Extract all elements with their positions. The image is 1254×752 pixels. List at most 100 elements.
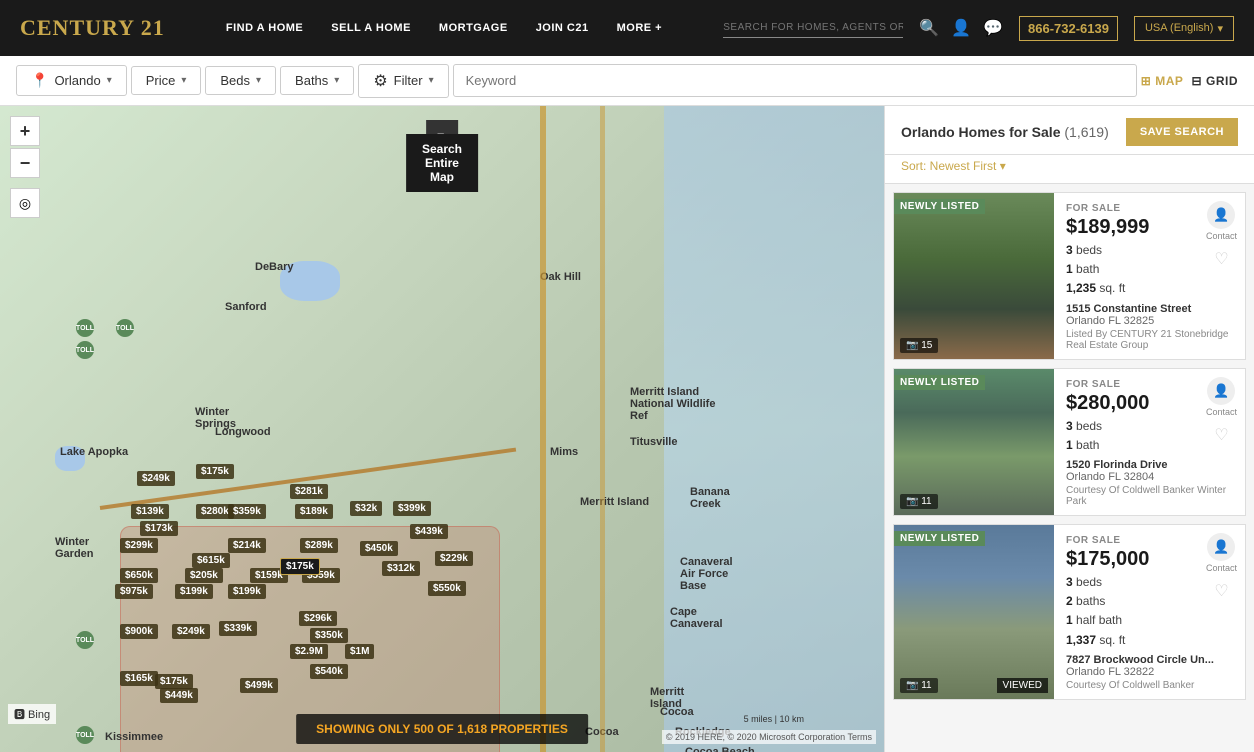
listing-address: 1520 Florinda Drive [1066, 459, 1235, 471]
card-actions: 👤 Contact ♡ [1206, 533, 1237, 601]
location-filter[interactable]: 📍 Orlando ▾ [16, 65, 127, 96]
listing-image: NEWLY LISTED 📷 11 [894, 369, 1054, 515]
listing-info: FOR SALE $175,000 3 beds 2 baths 1 half … [1054, 525, 1245, 699]
contact-icon: 👤 [1207, 377, 1235, 405]
city-label-mims: Mims [550, 446, 578, 458]
contact-icon: 👤 [1207, 201, 1235, 229]
listing-image: NEWLY LISTED 📷 11 VIEWED [894, 525, 1054, 699]
nav-links: Find a Home Sell a Home Mortgage Join C2… [226, 22, 662, 34]
nav-sell-home[interactable]: Sell a Home [331, 22, 411, 34]
language-button[interactable]: USA (English) ▾ [1134, 16, 1234, 41]
city-label-longwood: Longwood [215, 426, 271, 438]
message-icon[interactable]: 💬 [983, 18, 1003, 38]
card-actions: 👤 Contact ♡ [1206, 377, 1237, 445]
my-location-button[interactable]: ◎ [10, 188, 40, 218]
results-panel: Orlando Homes for Sale (1,619) SAVE SEAR… [884, 106, 1254, 752]
zoom-in-button[interactable]: + [10, 116, 40, 146]
contact-button[interactable]: 👤 Contact [1206, 201, 1237, 241]
contact-button[interactable]: 👤 Contact [1206, 377, 1237, 417]
listing-photo [894, 193, 1054, 359]
account-icon[interactable]: 👤 [951, 18, 971, 38]
baths-filter[interactable]: Baths ▾ [280, 66, 354, 95]
listing-photo [894, 369, 1054, 515]
highway-95 [540, 106, 546, 752]
nav-join[interactable]: Join C21 [536, 22, 589, 34]
location-icon: 📍 [31, 72, 48, 89]
grid-view-btn[interactable]: ⊟ GRID [1191, 74, 1238, 88]
bing-logo: 🅱 Bing [8, 704, 56, 724]
filter-bar: 📍 Orlando ▾ Price ▾ Beds ▾ Baths ▾ ⚙ Fil… [0, 56, 1254, 106]
results-header: Orlando Homes for Sale (1,619) SAVE SEAR… [885, 106, 1254, 155]
map-footer: SHOWING ONLY 500 OF 1,618 PROPERTIES [296, 714, 588, 744]
search-map-area: ✏ Search Entire Map [426, 120, 458, 153]
contact-icon: 👤 [1207, 533, 1235, 561]
listing-info: FOR SALE $280,000 3 beds 1 bath 1520 Flo… [1054, 369, 1245, 515]
listing-city: Orlando FL 32804 [1066, 471, 1235, 483]
water-body [55, 446, 85, 471]
toll-badge: TOLL [76, 726, 94, 744]
listing-city: Orlando FL 32825 [1066, 315, 1235, 327]
listing-agent: Listed By CENTURY 21 Stonebridge Real Es… [1066, 329, 1235, 351]
coast-water [664, 106, 884, 752]
listing-agent: Courtesy Of Coldwell Banker Winter Park [1066, 485, 1235, 507]
map-container[interactable]: DeBary Sanford WinterSprings Longwood La… [0, 106, 884, 752]
nav-more[interactable]: More + [617, 22, 662, 34]
zoom-out-button[interactable]: − [10, 148, 40, 178]
photo-count: 📷 15 [900, 338, 938, 353]
photo-count: 📷 11 [900, 494, 938, 509]
toll-badge: TOLL [116, 319, 134, 337]
chevron-down-icon: ▾ [429, 75, 434, 86]
main-content: DeBary Sanford WinterSprings Longwood La… [0, 106, 1254, 752]
water-body [280, 261, 340, 301]
listing-city: Orlando FL 32822 [1066, 666, 1235, 678]
filter-more[interactable]: ⚙ Filter ▾ [358, 64, 448, 98]
favorite-button[interactable]: ♡ [1214, 425, 1228, 445]
phone-number: 866-732-6139 [1019, 16, 1118, 41]
chevron-down-icon: ▾ [334, 75, 339, 86]
price-filter[interactable]: Price ▾ [131, 66, 202, 95]
viewed-badge: VIEWED [997, 678, 1048, 693]
listing-agent: Courtesy Of Coldwell Banker [1066, 680, 1235, 691]
nav-right: 🔍 👤 💬 866-732-6139 USA (English) ▾ [723, 16, 1234, 41]
listing-photo [894, 525, 1054, 699]
save-search-button[interactable]: SAVE SEARCH [1126, 118, 1238, 146]
listing-info: FOR SALE $189,999 3 beds 1 bath 1,235 sq… [1054, 193, 1245, 359]
chevron-down-icon: ▾ [1000, 159, 1006, 173]
nav-icons: 🔍 👤 💬 [919, 18, 1003, 38]
city-label-merritt-island: Merritt Island [580, 496, 649, 508]
nav-find-home[interactable]: Find a Home [226, 22, 303, 34]
logo: CENTURY 21 [20, 15, 165, 41]
listing-card[interactable]: NEWLY LISTED 📷 11 FOR SALE $280,000 3 be… [893, 368, 1246, 516]
keyword-input[interactable] [453, 64, 1137, 97]
filter-icon: ⚙ [373, 71, 387, 91]
search-entire-map-button[interactable]: Search Entire Map [406, 134, 478, 192]
top-search-input[interactable] [723, 18, 903, 38]
highway-i4 [100, 448, 516, 510]
city-label-oak-hill: Oak Hill [540, 271, 581, 283]
map-view-btn[interactable]: ⊞ MAP [1141, 74, 1184, 88]
map-icon: ⊞ [1141, 74, 1152, 88]
toll-badge: TOLL [76, 631, 94, 649]
search-icon[interactable]: 🔍 [919, 18, 939, 38]
chevron-down-icon: ▾ [256, 75, 261, 86]
city-label-winter-garden: WinterGarden [55, 536, 94, 560]
newly-listed-badge: NEWLY LISTED [894, 199, 985, 214]
listing-card[interactable]: NEWLY LISTED 📷 11 VIEWED FOR SALE $175,0… [893, 524, 1246, 700]
listing-address: 1515 Constantine Street [1066, 303, 1235, 315]
toll-badge: TOLL [76, 319, 94, 337]
chevron-down-icon: ▾ [1217, 22, 1223, 35]
listing-card[interactable]: NEWLY LISTED 📷 15 FOR SALE $189,999 3 be… [893, 192, 1246, 360]
city-label-sanford: Sanford [225, 301, 267, 313]
nav-mortgage[interactable]: Mortgage [439, 22, 508, 34]
sort-label[interactable]: Sort: Newest First ▾ [901, 159, 1006, 173]
favorite-button[interactable]: ♡ [1214, 249, 1228, 269]
contact-button[interactable]: 👤 Contact [1206, 533, 1237, 573]
favorite-button[interactable]: ♡ [1214, 581, 1228, 601]
map-background: DeBary Sanford WinterSprings Longwood La… [0, 106, 884, 752]
toll-badge: TOLL [76, 341, 94, 359]
map-copyright: © 2019 HERE, © 2020 Microsoft Corporatio… [662, 730, 876, 744]
scale-indicator: 5 miles | 10 km [744, 714, 804, 724]
sort-row: Sort: Newest First ▾ [885, 155, 1254, 184]
highway-a1a [600, 106, 605, 752]
beds-filter[interactable]: Beds ▾ [205, 66, 276, 95]
